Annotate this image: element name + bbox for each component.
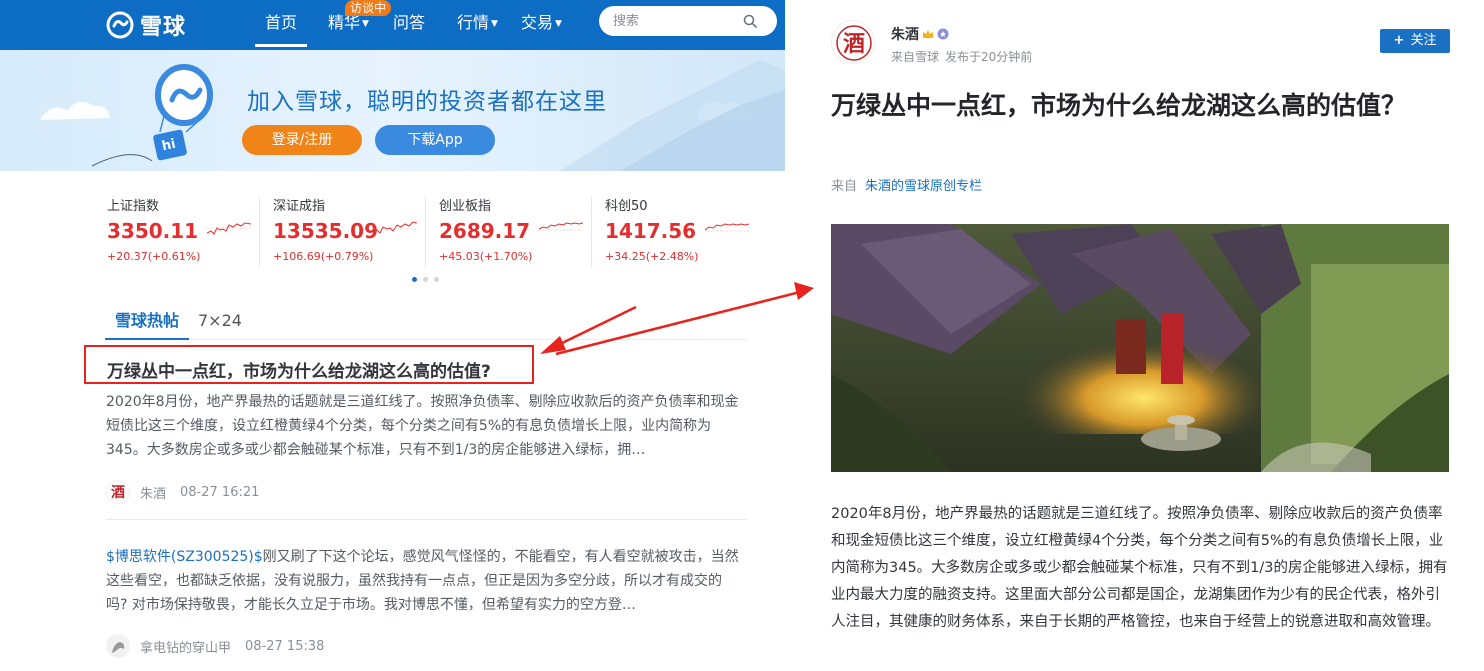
article-panel: 酒 朱酒 来自雪球 发布于20分钟前 + 关注 万绿丛中一点红，市场为什么给龙湖这么… [785, 0, 1484, 671]
nav-home-label: 首页 [265, 13, 298, 32]
index-change: +106.69(+0.79%) [273, 250, 374, 263]
post-meta: 酒 朱酒 08-27 16:21 [106, 480, 259, 504]
divider [591, 197, 592, 267]
index-card-cyb[interactable]: 创业板指 2689.17 +45.03(+1.70%) [439, 195, 599, 270]
search-box [599, 6, 777, 36]
post-time: 08-27 15:38 [245, 638, 325, 654]
tab-hot-posts[interactable]: 雪球热帖 [104, 310, 190, 340]
search-input[interactable] [613, 6, 743, 36]
article-body: 2020年8月份，地产界最热的话题就是三道红线了。按照净负债率、剔除应收款后的资… [831, 506, 1448, 630]
post-author[interactable]: 拿电钻的穿山甲 [140, 637, 231, 656]
index-value: 3350.11 [107, 219, 199, 243]
post-meta: 拿电钻的穿山甲 08-27 15:38 [106, 634, 324, 658]
index-change: +45.03(+1.70%) [439, 250, 533, 263]
index-card-kc50[interactable]: 科创50 1417.56 +34.25(+2.48%) [605, 195, 765, 270]
banner-title: 加入雪球，聪明的投资者都在这里 [247, 89, 607, 115]
search-icon[interactable] [743, 14, 757, 28]
chevron-down-icon: ▼ [491, 19, 498, 29]
nav-qa-label: 问答 [393, 13, 426, 32]
sparkline-icon [539, 222, 583, 231]
index-name: 深证成指 [273, 199, 326, 214]
source-label: 来自雪球 [891, 50, 940, 64]
site-logo[interactable]: 雪球 [106, 8, 186, 42]
post-excerpt[interactable]: $博思软件(SZ300525)$刚又刷了下这个论坛，感觉风气怪怪的，不能看空，有… [106, 545, 742, 617]
annotation-highlight-box [84, 345, 534, 384]
divider [259, 197, 260, 267]
logo-icon [106, 11, 134, 39]
column-link[interactable]: 朱酒的雪球原创专栏 [865, 179, 982, 194]
author-row: 朱酒 [891, 24, 949, 44]
tab-7x24[interactable]: 7×24 [198, 310, 242, 332]
article-title: 万绿丛中一点红，市场为什么给龙湖这么高的估值？ [831, 91, 1407, 120]
nav-trade[interactable]: 交易 ▼ [521, 0, 562, 50]
index-change: +34.25(+2.48%) [605, 250, 699, 263]
avatar[interactable]: 酒 [106, 480, 130, 504]
nav-quotes-label: 行情 [457, 13, 490, 32]
balloon-label: hi [160, 136, 178, 155]
published-time: 发布于20分钟前 [945, 50, 1033, 64]
divider [425, 197, 426, 267]
index-change: +20.37(+0.61%) [107, 250, 201, 263]
avatar[interactable] [106, 634, 130, 658]
crown-icon [923, 30, 933, 38]
chevron-down-icon: ▼ [555, 19, 562, 29]
post-time: 08-27 16:21 [180, 484, 260, 500]
follow-button[interactable]: + 关注 [1380, 29, 1450, 53]
index-name: 科创50 [605, 199, 648, 214]
nav-quotes[interactable]: 行情 ▼ [457, 0, 498, 50]
download-app-button[interactable]: 下载App [375, 125, 495, 155]
carousel-dots [412, 277, 439, 282]
svg-text:酒: 酒 [843, 32, 865, 57]
author-name[interactable]: 朱酒 [891, 24, 919, 44]
index-value: 2689.17 [439, 219, 531, 243]
verified-icon [937, 28, 949, 40]
interview-badge: 访谈中 [345, 0, 392, 16]
index-value: 13535.09 [273, 219, 379, 243]
index-value: 1417.56 [605, 219, 697, 243]
divider [106, 519, 747, 520]
post-excerpt[interactable]: 2020年8月份，地产界最热的话题就是三道红线了。按照净负债率、剔除应收款后的资… [106, 390, 742, 462]
chevron-down-icon: ▼ [362, 19, 369, 29]
carousel-dot[interactable] [412, 277, 417, 282]
index-name: 上证指数 [107, 199, 160, 214]
from-label: 来自 [831, 179, 858, 194]
signup-banner: hi 加入雪球，聪明的投资者都在这里 登录/注册 下载App [0, 50, 785, 171]
post-author[interactable]: 朱酒 [140, 483, 166, 502]
nav-trade-label: 交易 [521, 13, 554, 32]
index-card-sz[interactable]: 深证成指 13535.09 +106.69(+0.79%) [273, 195, 433, 270]
article-image[interactable] [831, 224, 1449, 472]
carousel-dot[interactable] [434, 277, 439, 282]
feed-tabs: 雪球热帖 7×24 [104, 310, 747, 340]
index-name: 创业板指 [439, 199, 492, 214]
post-source: 来自雪球 发布于20分钟前 [891, 48, 1032, 65]
nav-qa[interactable]: 问答 [393, 0, 425, 50]
nav-home[interactable]: 首页 [254, 0, 308, 50]
sparkline-icon [705, 223, 749, 232]
top-navbar: 雪球 首页 精华 ▼ 访谈中 问答 行情 ▼ 交易 ▼ [0, 0, 785, 50]
avatar[interactable]: 酒 [831, 20, 875, 64]
follow-label: 关注 [1410, 33, 1437, 48]
sparkline-icon [207, 222, 251, 235]
stock-link[interactable]: $博思软件(SZ300525)$ [106, 549, 263, 565]
sparkline-icon [373, 221, 417, 235]
article-column: 来自 朱酒的雪球原创专栏 [831, 175, 982, 194]
plus-icon: + [1393, 33, 1405, 48]
login-register-button[interactable]: 登录/注册 [242, 125, 362, 155]
index-card-sh[interactable]: 上证指数 3350.11 +20.37(+0.61%) [107, 195, 267, 270]
feed-panel: 雪球 首页 精华▼ 访谈中 问答 行情▼ 交易▼ hi [0, 0, 785, 671]
carousel-dot[interactable] [423, 277, 428, 282]
logo-text: 雪球 [140, 15, 187, 40]
svg-text:酒: 酒 [111, 485, 125, 501]
